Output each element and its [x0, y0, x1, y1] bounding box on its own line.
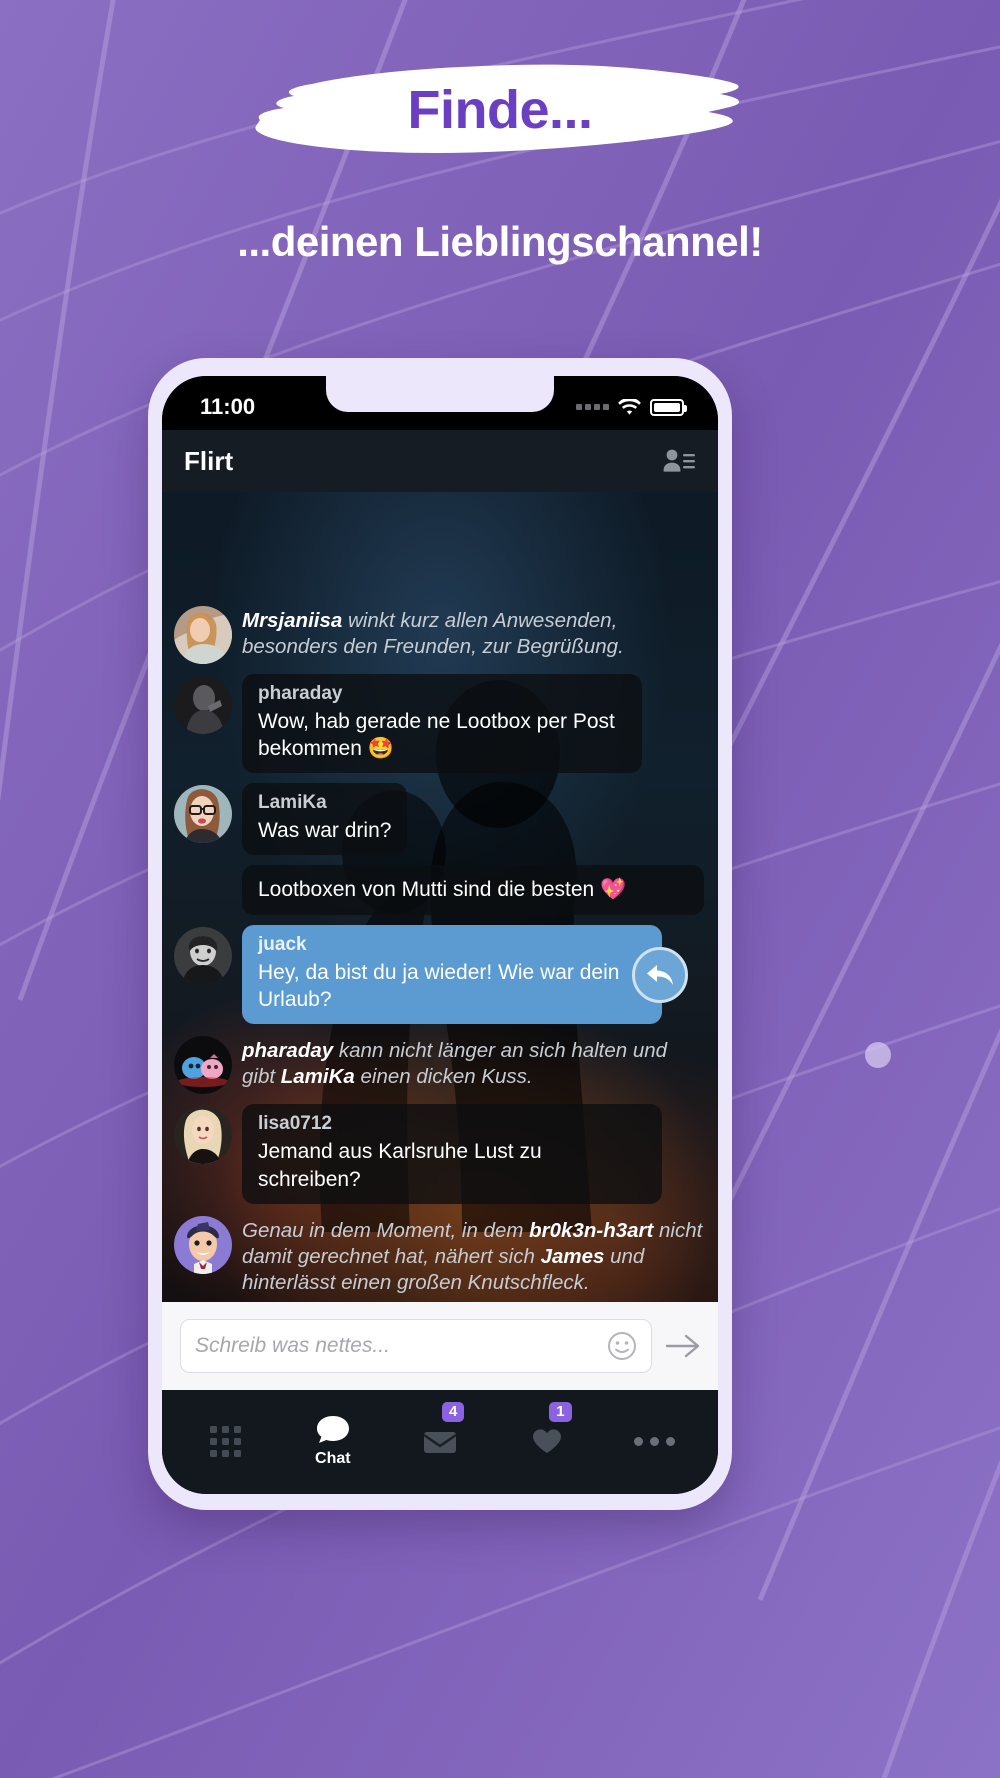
- message-bubble[interactable]: pharaday Wow, hab gerade ne Lootbox per …: [242, 673, 642, 774]
- avatar[interactable]: [174, 1036, 232, 1095]
- reply-arrow-icon: [647, 964, 673, 985]
- promo-headline: Finde... ...deinen Lieblingschannel!: [0, 58, 1000, 266]
- page-title: Finde...: [407, 80, 594, 140]
- message-bubble[interactable]: LamiKa Was war drin?: [242, 783, 408, 856]
- message-username: lisa0712: [258, 1113, 332, 1135]
- avatar[interactable]: [174, 926, 232, 985]
- phone-notch: [326, 376, 554, 412]
- bottom-navigation: Chat 4 1: [162, 1390, 718, 1494]
- avatar-lamika: [174, 785, 232, 844]
- people-list-icon[interactable]: [662, 446, 696, 476]
- message-bubble[interactable]: lisa0712 Jemand aus Karlsruhe Lust zu sc…: [242, 1104, 662, 1204]
- avatar-pharaday: [174, 675, 232, 734]
- message-bubble[interactable]: juack Hey, da bist du ja wieder! Wie war…: [242, 924, 662, 1025]
- app-header: Flirt: [162, 430, 718, 492]
- heart-icon: [533, 1429, 562, 1453]
- message-action[interactable]: Mrsjaniisa winkt kurz allen Anwesenden, …: [174, 604, 704, 664]
- message-row-highlighted[interactable]: juack Hey, da bist du ja wieder! Wie war…: [174, 924, 704, 1025]
- message-username: juack: [258, 933, 307, 955]
- message-list: Mrsjaniisa winkt kurz allen Anwesenden, …: [162, 604, 718, 1296]
- actor-name: pharaday: [242, 1039, 334, 1063]
- page-subtitle: ...deinen Lieblingschannel!: [237, 218, 763, 265]
- grid-apps-icon: [210, 1425, 242, 1457]
- message-username: pharaday: [258, 682, 343, 704]
- battery-full-icon: [650, 398, 687, 416]
- phone-mockup: 11:00 Flirt Mrsjaniisa winkt kurz allen …: [148, 358, 732, 1510]
- message-input-wrapper[interactable]: Schreib was nettes...: [180, 1319, 652, 1373]
- badge-likes: 1: [549, 1402, 572, 1422]
- nav-item-chat[interactable]: Chat: [279, 1390, 386, 1482]
- channel-title: Flirt: [184, 445, 234, 476]
- message-text: Was war drin?: [258, 819, 392, 843]
- nav-item-messages[interactable]: 4: [386, 1390, 493, 1482]
- message-text: Wow, hab gerade ne Lootbox per Post beko…: [258, 709, 615, 760]
- action-message-text: Mrsjaniisa winkt kurz allen Anwesenden, …: [242, 604, 704, 660]
- actor-name-2: James: [540, 1244, 605, 1268]
- nav-item-likes[interactable]: 1: [494, 1390, 601, 1482]
- avatar[interactable]: [174, 1106, 232, 1165]
- send-icon[interactable]: [664, 1331, 702, 1361]
- phone-screen: 11:00 Flirt Mrsjaniisa winkt kurz allen …: [162, 376, 718, 1494]
- nav-item-more[interactable]: [601, 1390, 708, 1482]
- message-composer: Schreib was nettes...: [162, 1302, 718, 1390]
- reply-button[interactable]: [632, 946, 688, 1003]
- avatar-james: [174, 1215, 232, 1274]
- status-time: 11:00: [200, 394, 256, 419]
- chat-bubble-icon: [316, 1416, 349, 1443]
- badge-messages: 4: [442, 1402, 465, 1422]
- message-row[interactable]: pharaday Wow, hab gerade ne Lootbox per …: [174, 673, 704, 774]
- brush-stroke-banner: Finde...: [250, 58, 750, 166]
- nav-item-apps[interactable]: [172, 1390, 279, 1482]
- nav-label-chat: Chat: [315, 1450, 351, 1467]
- message-action[interactable]: pharaday kann nicht länger an sich halte…: [174, 1034, 704, 1095]
- message-text: Lootboxen von Mutti sind die besten 💖: [258, 878, 627, 902]
- message-row[interactable]: LamiKa Was war drin?: [174, 783, 704, 856]
- avatar[interactable]: [174, 1215, 232, 1274]
- message-text: Hey, da bist du ja wieder! Wie war dein …: [258, 960, 620, 1012]
- actor-name-2: LamiKa: [280, 1065, 355, 1089]
- avatar-lisa0712: [174, 1106, 232, 1165]
- avatar-pharaday-alt: [174, 1036, 232, 1095]
- signal-dots-icon: [576, 404, 609, 410]
- action-message-text: Genau in dem Moment, in dem br0k3n-h3art…: [242, 1214, 704, 1296]
- more-dots-icon: [633, 1436, 675, 1446]
- message-row[interactable]: lisa0712 Jemand aus Karlsruhe Lust zu sc…: [174, 1104, 704, 1204]
- actor-name: br0k3n-h3art: [529, 1218, 654, 1242]
- smiley-icon[interactable]: [607, 1331, 637, 1361]
- avatar-juack: [174, 926, 232, 985]
- action-message-text: pharaday kann nicht länger an sich halte…: [242, 1034, 704, 1090]
- message-text: Jemand aus Karlsruhe Lust zu schreiben?: [258, 1140, 542, 1191]
- wifi-icon: [618, 398, 641, 415]
- status-icons: [576, 398, 687, 416]
- status-bar: 11:00: [162, 376, 718, 430]
- search-input-placeholder[interactable]: Schreib was nettes...: [195, 1334, 607, 1358]
- avatar[interactable]: [174, 675, 232, 734]
- envelope-icon: [423, 1432, 457, 1453]
- avatar[interactable]: [174, 785, 232, 844]
- chat-messages-area[interactable]: Mrsjaniisa winkt kurz allen Anwesenden, …: [162, 492, 718, 1302]
- action-body-1: Genau in dem Moment, in dem: [242, 1218, 530, 1242]
- action-body-2: einen dicken Kuss.: [354, 1065, 533, 1089]
- avatar[interactable]: [174, 605, 232, 664]
- message-row-continued[interactable]: Lootboxen von Mutti sind die besten 💖: [242, 865, 704, 915]
- actor-name: Mrsjaniisa: [242, 608, 343, 632]
- message-bubble[interactable]: Lootboxen von Mutti sind die besten 💖: [242, 865, 704, 915]
- message-action[interactable]: Genau in dem Moment, in dem br0k3n-h3art…: [174, 1214, 704, 1296]
- avatar-mrsjaniisa: [174, 605, 232, 664]
- message-username: LamiKa: [258, 792, 327, 814]
